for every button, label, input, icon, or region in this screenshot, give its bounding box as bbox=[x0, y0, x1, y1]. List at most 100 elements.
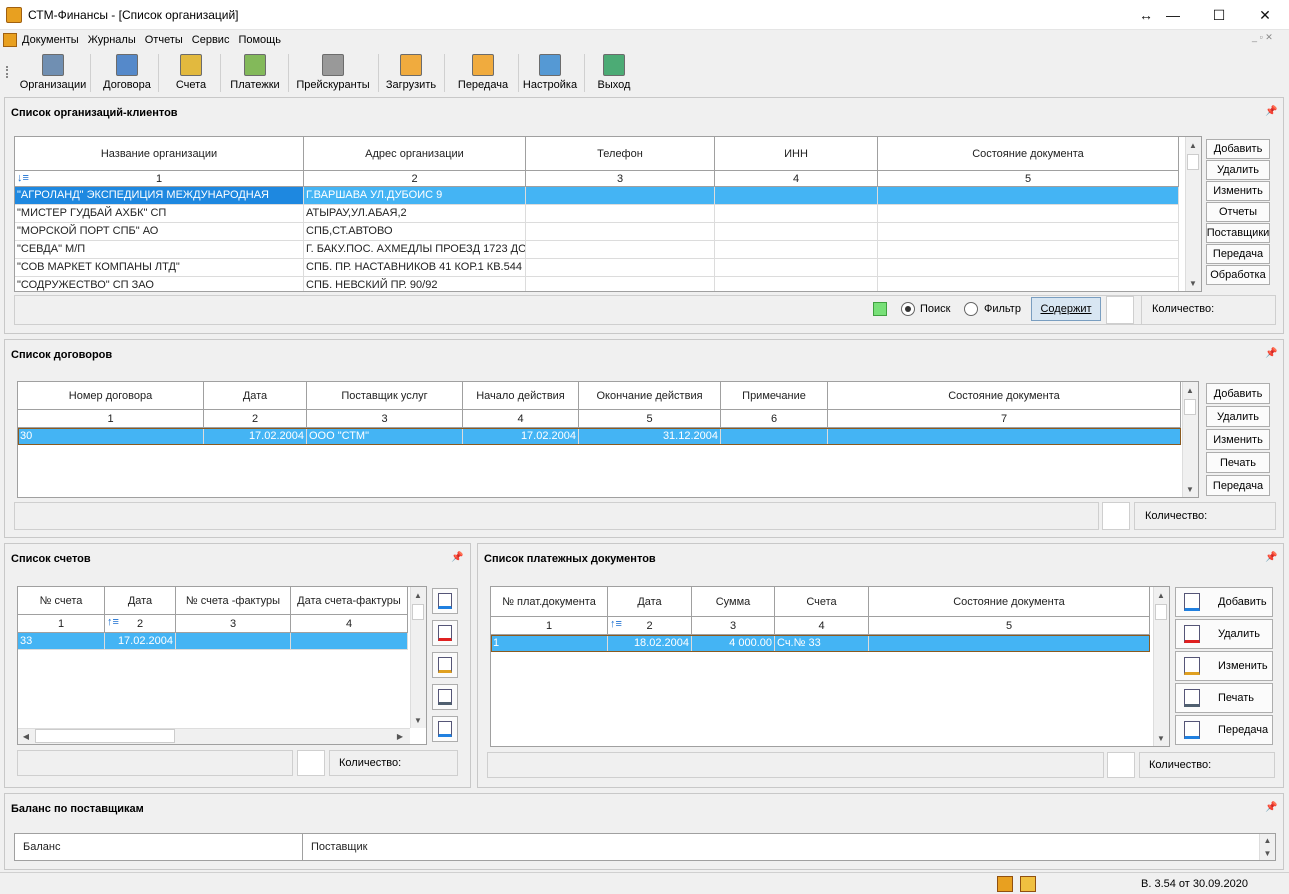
payments-header-2[interactable]: Сумма bbox=[692, 587, 775, 617]
orgs-cell[interactable]: Г.ВАРШАВА УЛ.ДУБОИС 9 bbox=[304, 187, 526, 205]
search-input[interactable] bbox=[1106, 296, 1134, 324]
scroll-right-icon[interactable]: ▶ bbox=[392, 728, 408, 744]
orgs-cell[interactable] bbox=[878, 241, 1179, 259]
orgs-cell[interactable] bbox=[526, 241, 715, 259]
hscroll-thumb[interactable] bbox=[35, 729, 175, 743]
orgs-header-2[interactable]: Телефон bbox=[526, 137, 715, 171]
scroll-down-icon[interactable]: ▼ bbox=[1185, 275, 1201, 291]
invoices-cell[interactable] bbox=[176, 633, 291, 650]
payments-search-input[interactable] bbox=[1107, 752, 1135, 778]
invoices-header-1[interactable]: Дата bbox=[105, 587, 176, 615]
contracts-cell[interactable]: 31.12.2004 bbox=[579, 428, 721, 445]
close-button[interactable]: ✕ bbox=[1242, 0, 1288, 30]
orgs-cell[interactable] bbox=[878, 259, 1179, 277]
invoices-edit-doc-button[interactable] bbox=[432, 652, 458, 678]
invoices-search-input[interactable] bbox=[297, 750, 325, 776]
payments-cell[interactable]: Сч.№ 33 bbox=[775, 635, 869, 652]
scroll-up-icon[interactable]: ▲ bbox=[1259, 834, 1275, 847]
pin-icon[interactable]: 📌 bbox=[1265, 802, 1277, 813]
contracts-search-input[interactable] bbox=[1102, 502, 1130, 530]
orgs-header-1[interactable]: Адрес организации bbox=[304, 137, 526, 171]
orgs-cell[interactable] bbox=[526, 187, 715, 205]
orgs-cell[interactable] bbox=[526, 205, 715, 223]
pin-icon[interactable]: 📌 bbox=[1265, 552, 1277, 563]
minimize-button[interactable]: — bbox=[1150, 0, 1196, 30]
contracts-add-button[interactable]: Добавить bbox=[1206, 383, 1270, 404]
sort-icon[interactable]: ↑≡ bbox=[610, 618, 622, 630]
search-radio[interactable] bbox=[901, 302, 915, 316]
search-radio-label[interactable]: Поиск bbox=[920, 303, 950, 315]
orgs-cell[interactable] bbox=[526, 277, 715, 291]
scroll-down-icon[interactable]: ▼ bbox=[410, 712, 426, 728]
payments-header-1[interactable]: Дата bbox=[608, 587, 692, 617]
menu-item-0[interactable]: Документы bbox=[22, 30, 79, 50]
orgs-cell[interactable]: "АГРОЛАНД" ЭКСПЕДИЦИЯ МЕЖДУНАРОДНАЯ bbox=[15, 187, 304, 205]
orgs-cell[interactable]: "СОДРУЖЕСТВО" СП ЗАО bbox=[15, 277, 304, 291]
orgs-cell[interactable]: "СОВ МАРКЕТ КОМПАНЫ ЛТД" bbox=[15, 259, 304, 277]
orgs-cell[interactable] bbox=[715, 241, 878, 259]
payments-header-0[interactable]: № плат.документа bbox=[491, 587, 608, 617]
orgs-cell[interactable]: "МИСТЕР ГУДБАЙ АХБК" СП bbox=[15, 205, 304, 223]
scroll-up-icon[interactable]: ▲ bbox=[410, 587, 426, 603]
contracts-header-6[interactable]: Состояние документа bbox=[828, 382, 1181, 410]
toolbar-button-4[interactable]: Прейскуранты bbox=[290, 52, 376, 94]
orgs-cell[interactable] bbox=[878, 223, 1179, 241]
balance-header-balance[interactable]: Баланс bbox=[15, 834, 303, 860]
invoices-header-0[interactable]: № счета bbox=[18, 587, 105, 615]
status-doc-icon[interactable] bbox=[1020, 876, 1036, 892]
toolbar-button-6[interactable]: Передача bbox=[450, 52, 516, 94]
scroll-thumb[interactable] bbox=[412, 604, 424, 620]
contracts-edit-button[interactable]: Изменить bbox=[1206, 429, 1270, 450]
invoices-add-doc-button[interactable] bbox=[432, 588, 458, 614]
payments-cell[interactable]: 1 bbox=[491, 635, 608, 652]
toolbar-button-0[interactable]: Организации bbox=[18, 52, 88, 94]
payments-button-1[interactable]: Удалить bbox=[1175, 619, 1273, 649]
scroll-up-icon[interactable]: ▲ bbox=[1153, 587, 1169, 603]
scroll-thumb[interactable] bbox=[1184, 399, 1196, 415]
payments-cell[interactable]: 4 000.00 bbox=[692, 635, 775, 652]
orgs-x5-button[interactable]: Передача bbox=[1206, 244, 1270, 264]
contains-button[interactable]: Содержит bbox=[1031, 297, 1101, 321]
contracts-header-3[interactable]: Начало действия bbox=[463, 382, 579, 410]
orgs-cell[interactable] bbox=[878, 277, 1179, 291]
payments-cell[interactable]: 18.02.2004 bbox=[608, 635, 692, 652]
contracts-cell[interactable]: 17.02.2004 bbox=[463, 428, 579, 445]
payments-button-2[interactable]: Изменить bbox=[1175, 651, 1273, 681]
orgs-cell[interactable]: СПБ. ПР. НАСТАВНИКОВ 41 КОР.1 КВ.544 bbox=[304, 259, 526, 277]
pin-icon[interactable]: 📌 bbox=[451, 552, 463, 563]
maximize-button[interactable]: ☐ bbox=[1196, 0, 1242, 30]
scroll-up-icon[interactable]: ▲ bbox=[1185, 137, 1201, 153]
balance-header-supplier[interactable]: Поставщик bbox=[303, 834, 1258, 860]
scroll-down-icon[interactable]: ▼ bbox=[1259, 847, 1275, 860]
orgs-cell[interactable] bbox=[526, 259, 715, 277]
pin-icon[interactable]: 📌 bbox=[1265, 348, 1277, 359]
orgs-cell[interactable]: АТЫРАУ,УЛ.АБАЯ,2 bbox=[304, 205, 526, 223]
orgs-cell[interactable]: СПБ,СТ.АВТОВО bbox=[304, 223, 526, 241]
invoices-cell[interactable] bbox=[291, 633, 408, 650]
toolbar-button-1[interactable]: Договора bbox=[98, 52, 156, 94]
contracts-cell[interactable]: 30 bbox=[18, 428, 204, 445]
orgs-cell[interactable]: "СЕВДА" М/П bbox=[15, 241, 304, 259]
filter-radio[interactable] bbox=[964, 302, 978, 316]
toolbar-button-7[interactable]: Настройка bbox=[518, 52, 582, 94]
invoices-send-doc-button[interactable] bbox=[432, 716, 458, 742]
contracts-cell[interactable]: ООО "СТМ" bbox=[307, 428, 463, 445]
contracts-cell[interactable] bbox=[721, 428, 828, 445]
sort-icon[interactable]: ↑≡ bbox=[107, 616, 119, 628]
orgs-cell[interactable] bbox=[715, 277, 878, 291]
payments-button-3[interactable]: Печать bbox=[1175, 683, 1273, 713]
payments-header-4[interactable]: Состояние документа bbox=[869, 587, 1150, 617]
scroll-left-icon[interactable]: ◀ bbox=[18, 728, 34, 744]
sort-icon[interactable]: ↓≡ bbox=[17, 172, 29, 184]
contracts-cell[interactable] bbox=[828, 428, 1181, 445]
orgs-header-0[interactable]: Название организации bbox=[15, 137, 304, 171]
orgs-cell[interactable] bbox=[526, 223, 715, 241]
payments-button-4[interactable]: Передача bbox=[1175, 715, 1273, 745]
contracts-header-5[interactable]: Примечание bbox=[721, 382, 828, 410]
orgs-edit-button[interactable]: Изменить bbox=[1206, 181, 1270, 201]
menu-item-3[interactable]: Сервис bbox=[192, 30, 230, 50]
menu-item-4[interactable]: Помощь bbox=[238, 30, 281, 50]
scroll-thumb[interactable] bbox=[1187, 154, 1199, 170]
scroll-down-icon[interactable]: ▼ bbox=[1182, 481, 1198, 497]
toolbar-button-2[interactable]: Счета bbox=[164, 52, 218, 94]
